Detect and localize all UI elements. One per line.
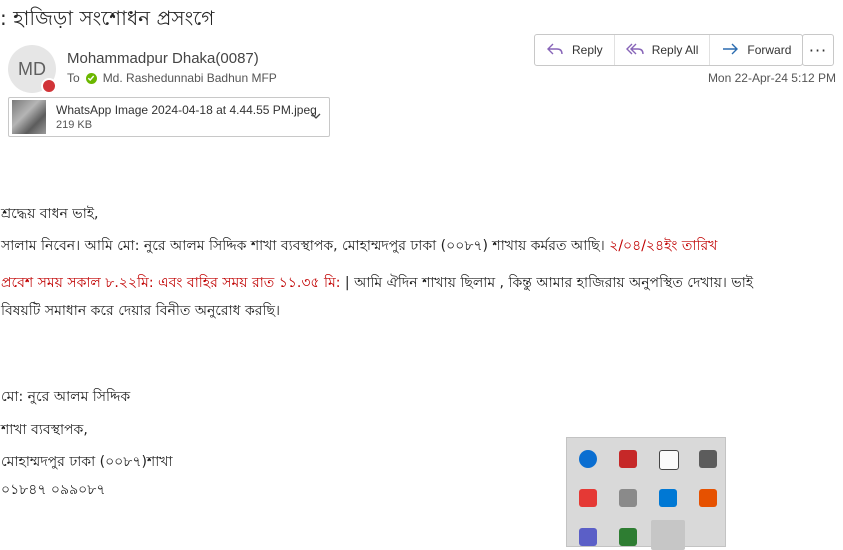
body-line-2: প্রবেশ সময় সকাল ৮.২২মি: এবং বাহির সময় … bbox=[1, 271, 753, 295]
body-line-1-text: সালাম নিবেন। আমি মো: নুরে আলম সিদ্দিক শা… bbox=[1, 238, 605, 254]
chevron-down-icon[interactable] bbox=[311, 111, 321, 121]
anydesk-icon[interactable] bbox=[579, 489, 597, 507]
bijoy-icon[interactable] bbox=[699, 489, 717, 507]
system-tray-overflow bbox=[566, 437, 726, 550]
highlight-date: ২/০৪/২৪ইং তারিখ bbox=[604, 238, 718, 254]
message-actions: Reply Reply All Forward bbox=[534, 34, 804, 66]
highlight-time: প্রবেশ সময় সকাল ৮.২২মি: এবং বাহির সময় … bbox=[1, 275, 341, 291]
reply-all-label: Reply All bbox=[651, 43, 699, 57]
to-label: To bbox=[67, 71, 80, 85]
presence-status-icon bbox=[41, 78, 57, 94]
reply-icon bbox=[546, 42, 564, 59]
signature-name: মো: নুরে আলম সিদ্দিক bbox=[1, 389, 131, 405]
reply-all-button[interactable]: Reply All bbox=[615, 35, 711, 65]
reply-button[interactable]: Reply bbox=[535, 35, 615, 65]
signature-title: শাখা ব্যবস্থাপক, bbox=[1, 422, 88, 438]
security-app-icon[interactable] bbox=[699, 450, 717, 468]
attachment-thumbnail bbox=[12, 100, 46, 134]
reply-label: Reply bbox=[572, 43, 603, 57]
recipient-name[interactable]: Md. Rashedunnabi Badhun MFP bbox=[103, 71, 277, 85]
email-subject: : হাজিড়া সংশোধন প্রসংগে bbox=[0, 6, 215, 30]
teams-icon[interactable] bbox=[579, 528, 597, 546]
body-line-2-text: | আমি ঐদিন শাখায় ছিলাম , কিন্তু আমার হা… bbox=[340, 275, 754, 291]
forward-button[interactable]: Forward bbox=[710, 35, 802, 65]
body-line-1: সালাম নিবেন। আমি মো: নুরে আলম সিদ্দিক শা… bbox=[1, 234, 717, 258]
attachment-card[interactable]: WhatsApp Image 2024-04-18 at 4.44.55 PM.… bbox=[8, 97, 330, 137]
action-button-group: Reply Reply All Forward bbox=[534, 34, 804, 66]
avatar[interactable]: MD bbox=[8, 45, 57, 94]
signature-phone: ০১৮৪৭ ০৯৯০৮৭ bbox=[1, 482, 106, 498]
app-icon[interactable] bbox=[619, 528, 637, 546]
onedrive-icon[interactable] bbox=[619, 489, 637, 507]
attachment-name: WhatsApp Image 2024-04-18 at 4.44.55 PM.… bbox=[56, 103, 317, 117]
defender-icon[interactable] bbox=[659, 450, 679, 470]
recipient-line: To Md. Rashedunnabi Badhun MFP bbox=[67, 71, 277, 85]
attachment-size: 219 KB bbox=[56, 119, 93, 131]
available-status-icon bbox=[85, 72, 97, 84]
sent-date: Mon 22-Apr-24 5:12 PM bbox=[707, 71, 836, 85]
reply-all-icon bbox=[625, 42, 644, 59]
outlook-icon[interactable] bbox=[659, 489, 677, 507]
bluetooth-icon[interactable] bbox=[579, 450, 597, 468]
forward-icon bbox=[721, 42, 739, 59]
body-line-3: বিষয়টি সমাধান করে দেয়ার বিনীত অনুরোধ ক… bbox=[1, 303, 280, 319]
forward-label: Forward bbox=[747, 43, 792, 57]
more-icon: ··· bbox=[808, 40, 828, 60]
greeting: শ্রদ্ধেয় বাধন ভাই, bbox=[1, 206, 99, 222]
shield-red-icon[interactable] bbox=[619, 450, 637, 468]
sender-name[interactable]: Mohammadpur Dhaka(0087) bbox=[67, 50, 259, 67]
pen-icon[interactable] bbox=[651, 520, 685, 550]
signature-branch: মোহাম্মদপুর ঢাকা (০০৮৭)শাখা bbox=[1, 454, 173, 470]
more-actions-button[interactable]: ··· bbox=[802, 34, 834, 66]
avatar-initials: MD bbox=[18, 58, 46, 79]
